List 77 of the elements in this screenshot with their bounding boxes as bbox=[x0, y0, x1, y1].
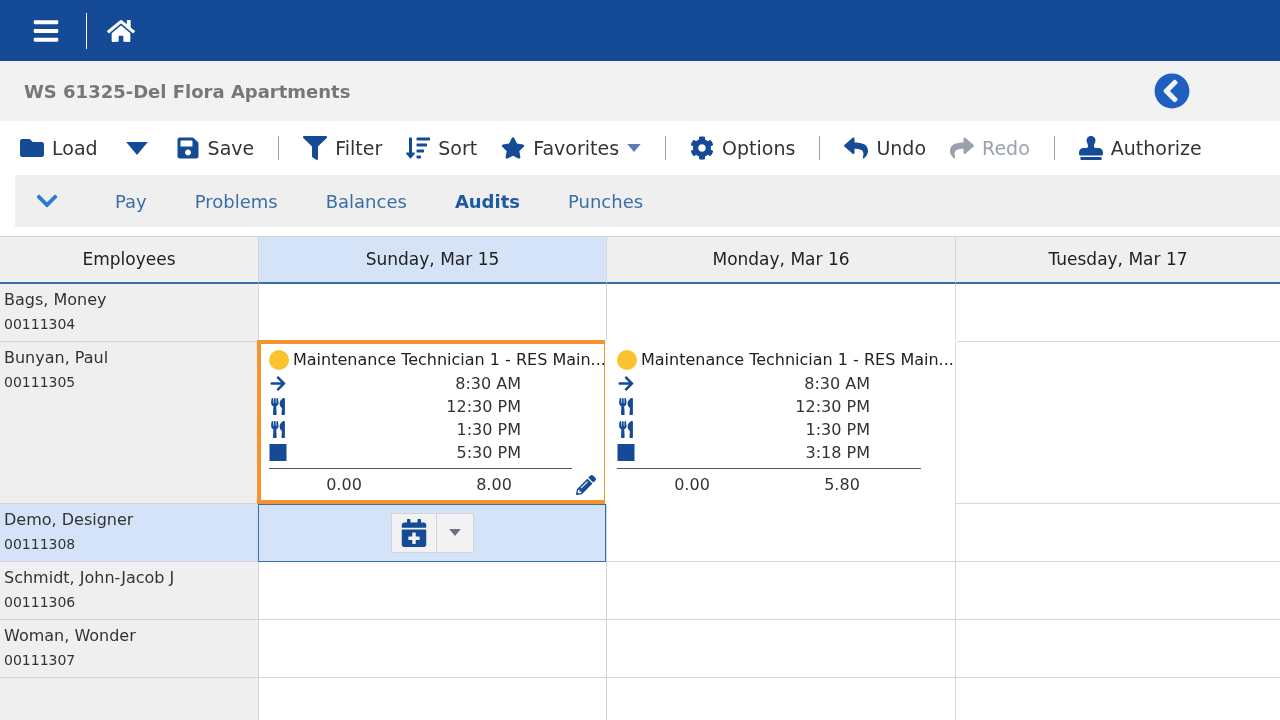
punch-time: 1:30 PM bbox=[456, 418, 521, 441]
employee-id: 00111305 bbox=[4, 373, 77, 392]
day-cell[interactable] bbox=[606, 504, 955, 562]
employee-name: Demo, Designer bbox=[4, 509, 135, 531]
employee-cell[interactable]: Bunyan, Paul 00111305 bbox=[0, 342, 258, 504]
employee-name: Bunyan, Paul bbox=[4, 347, 110, 369]
punch-time: 12:30 PM bbox=[795, 395, 870, 418]
employee-id: 00111306 bbox=[4, 593, 77, 612]
tab[interactable]: Audits bbox=[430, 187, 544, 215]
page-title: WS 61325-Del Flora Apartments bbox=[24, 79, 351, 104]
tab[interactable]: Balances bbox=[301, 187, 431, 215]
column-header[interactable]: Tuesday, Mar 17 bbox=[955, 237, 1280, 284]
hours-total: 8.00 bbox=[475, 474, 513, 496]
toolbar-button[interactable]: Load bbox=[12, 125, 106, 171]
day-cell[interactable] bbox=[955, 562, 1280, 620]
toolbar-button[interactable]: Authorize bbox=[1070, 125, 1210, 171]
gear-icon bbox=[690, 136, 715, 160]
tab[interactable]: Pay bbox=[91, 187, 171, 215]
caret-icon bbox=[449, 529, 461, 536]
shift-card[interactable]: Maintenance Technician 1 - RES Main... 8:30 AM 12:30 PM 1:30 PM 5:30 PM 0.00 8.00 bbox=[257, 340, 608, 504]
column-header[interactable]: Monday, Mar 16 bbox=[606, 237, 955, 284]
shift-title: Maintenance Technician 1 - RES Main... bbox=[293, 349, 606, 371]
add-schedule-control[interactable] bbox=[391, 512, 474, 553]
day-cell[interactable] bbox=[955, 620, 1280, 678]
day-cell[interactable] bbox=[258, 504, 606, 562]
toolbar-button[interactable]: Undo bbox=[836, 125, 935, 171]
day-cell[interactable] bbox=[955, 342, 1280, 504]
toolbar-button[interactable]: Filter bbox=[295, 125, 391, 171]
day-cell[interactable] bbox=[258, 620, 606, 678]
employee-name: Bags, Money bbox=[4, 289, 108, 311]
caret-icon bbox=[125, 141, 148, 155]
toolbar-button[interactable]: Options bbox=[682, 125, 804, 171]
employee-cell[interactable]: Demo, Designer 00111308 bbox=[0, 504, 258, 562]
employee-id: 00111307 bbox=[4, 651, 77, 670]
calendar-add-icon bbox=[400, 518, 428, 547]
employee-id: 00111308 bbox=[4, 535, 77, 554]
back-button[interactable] bbox=[1154, 73, 1190, 109]
hours-total: 0.00 bbox=[325, 474, 363, 496]
tab[interactable]: Punches bbox=[544, 187, 668, 215]
sort-icon bbox=[406, 136, 431, 160]
shift-title: Maintenance Technician 1 - RES Main... bbox=[641, 349, 954, 371]
star-icon bbox=[501, 136, 526, 160]
employee-cell[interactable]: Woman, Wonder 00111307 bbox=[0, 620, 258, 678]
save-icon bbox=[175, 136, 200, 160]
employee-id: 00111304 bbox=[4, 315, 77, 334]
day-cell[interactable] bbox=[606, 620, 955, 678]
punch-time: 8:30 AM bbox=[804, 372, 870, 395]
undo-icon bbox=[844, 136, 869, 160]
punch-time: 8:30 AM bbox=[455, 372, 521, 395]
funnel-icon bbox=[303, 136, 328, 160]
toolbar-button[interactable]: Favorites bbox=[493, 125, 650, 171]
punch-time: 1:30 PM bbox=[805, 418, 870, 441]
toolbar-button[interactable]: Save bbox=[167, 125, 263, 171]
employee-cell[interactable]: Bags, Money 00111304 bbox=[0, 284, 258, 342]
shift-card[interactable]: Maintenance Technician 1 - RES Main... 8:30 AM 12:30 PM 1:30 PM 3:18 PM 0.00 5.80 bbox=[605, 340, 957, 504]
tab[interactable]: Problems bbox=[170, 187, 302, 215]
back-icon bbox=[1154, 73, 1190, 109]
day-cell[interactable] bbox=[955, 504, 1280, 562]
redo-icon bbox=[950, 136, 975, 160]
pencil-icon[interactable] bbox=[576, 474, 596, 495]
punch-time: 3:18 PM bbox=[805, 441, 870, 464]
folder-icon bbox=[20, 136, 44, 160]
employee-name: Woman, Wonder bbox=[4, 625, 137, 647]
toolbar-button[interactable]: Sort bbox=[398, 125, 486, 171]
column-header: Employees bbox=[0, 237, 258, 284]
column-header[interactable]: Sunday, Mar 15 bbox=[258, 237, 606, 284]
stamp-icon bbox=[1078, 136, 1103, 160]
hours-total: 0.00 bbox=[673, 474, 711, 496]
day-cell[interactable] bbox=[258, 562, 606, 620]
punch-time: 12:30 PM bbox=[446, 395, 521, 418]
day-cell[interactable] bbox=[606, 562, 955, 620]
employee-cell[interactable]: Schmidt, John-Jacob J 00111306 bbox=[0, 562, 258, 620]
caret-icon bbox=[627, 144, 642, 152]
hours-total: 5.80 bbox=[823, 474, 861, 496]
day-cell[interactable] bbox=[955, 284, 1280, 342]
employee-name: Schmidt, John-Jacob J bbox=[4, 567, 176, 589]
punch-time: 5:30 PM bbox=[456, 441, 521, 464]
